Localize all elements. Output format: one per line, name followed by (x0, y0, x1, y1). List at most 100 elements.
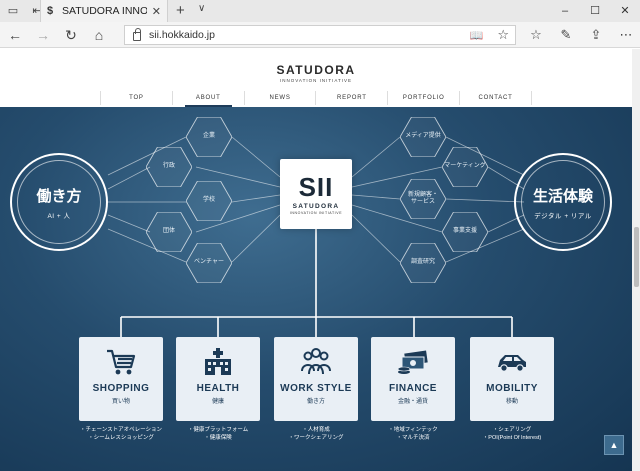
site-header: SATUDORA INNOVATION INITIATIVE TOP ABOUT… (0, 49, 632, 107)
card-description: ・健康プラットフォーム ・健康保険 (168, 426, 268, 443)
card-finance[interactable]: FINANCE 金融・通貨 (371, 337, 455, 421)
site-logo[interactable]: SATUDORA INNOVATION INITIATIVE (0, 63, 632, 83)
hex-label: 調査研究 (410, 259, 435, 266)
nav-report[interactable]: REPORT (316, 91, 389, 105)
back-arrow-icon[interactable]: ← (6, 26, 24, 44)
hero-diagram: 企業 行政 学校 団体 ベンチャー メディア提供 マーケティング 新規顧客・ サ… (0, 107, 632, 471)
favorite-star-icon[interactable]: ☆ (497, 27, 509, 43)
card-shopping[interactable]: SHOPPING 買い物 (79, 337, 163, 421)
logo-name: SATUDORA (292, 203, 340, 210)
hex-node: 事業支援 (442, 212, 488, 252)
nav-contact[interactable]: CONTACT (460, 91, 532, 105)
window-controls: – ☐ ✕ (550, 0, 640, 22)
nav-portfolio[interactable]: PORTFOLIO (388, 91, 461, 105)
nav-top[interactable]: TOP (101, 91, 173, 105)
new-tab-icon[interactable]: + (176, 2, 185, 19)
chevron-up-icon: ▲ (609, 440, 619, 450)
card-subtitle: 買い物 (111, 399, 130, 405)
close-tab-icon[interactable]: ✕ (152, 5, 161, 18)
card-subtitle: 健康 (211, 399, 224, 405)
lock-icon (133, 28, 141, 41)
logo-sub: INNOVATION INITIATIVE (289, 211, 343, 215)
tab-list-chevron-icon[interactable]: ∨ (198, 3, 205, 14)
reading-view-icon[interactable]: 📖 (470, 29, 484, 42)
hex-label: ベンチャー (194, 259, 224, 266)
hex-node: 企業 (186, 117, 232, 157)
card-health[interactable]: HEALTH 健康 (176, 337, 260, 421)
card-mobility[interactable]: MOBILITY 移動 (470, 337, 554, 421)
circle-subtitle: AI + 人 (47, 212, 71, 220)
hex-label: メディア提供 (405, 133, 441, 140)
page-scrollbar[interactable] (632, 49, 640, 471)
url-text[interactable]: sii.hokkaido.jp (149, 29, 462, 41)
card-desc-line: ・健康保険 (204, 435, 232, 442)
card-title: SHOPPING (92, 383, 150, 394)
web-note-pen-icon[interactable]: ✎ (558, 26, 574, 44)
favorites-hub-icon[interactable]: ☆ (528, 26, 544, 44)
card-desc-line: ・シェアリング (492, 427, 532, 433)
address-toolbar: ← → ↻ ⌂ sii.hokkaido.jp 📖 ☆ ☆ ✎ ⇪ ⋯ (0, 22, 640, 48)
hex-label: 企業 (202, 133, 215, 140)
hex-label: 新規顧客・ サービス (407, 191, 438, 206)
browser-tab[interactable]: $ SATUDORA INNOVATIO ✕ (40, 0, 168, 22)
tab-title: SATUDORA INNOVATIO (62, 5, 147, 17)
card-description: ・チェーンストアオペレーション ・シームレスショッピング (71, 426, 171, 443)
maximize-button[interactable]: ☐ (580, 0, 610, 22)
card-description: ・地域フィンテック ・マルチ決済 (363, 426, 463, 443)
minimize-button[interactable]: – (550, 0, 580, 22)
close-window-button[interactable]: ✕ (610, 0, 640, 22)
money-icon (397, 350, 428, 374)
share-icon[interactable]: ⇪ (588, 26, 604, 44)
logo-mark: SII (298, 172, 334, 202)
card-workstyle[interactable]: WORK STYLE 働き方 (274, 337, 358, 421)
hex-node: メディア提供 (400, 117, 446, 157)
card-desc-line: ・健康プラットフォーム (187, 427, 249, 433)
card-subtitle: 移動 (505, 399, 518, 405)
hex-label: マーケティング (444, 163, 486, 170)
hex-label: 学校 (202, 197, 215, 204)
card-desc-line: ・マルチ決済 (396, 435, 430, 442)
card-description: ・シェアリング ・POI(Point Of Interest) (462, 426, 562, 443)
nav-about[interactable]: ABOUT (173, 91, 245, 107)
hex-node: 学校 (186, 181, 232, 221)
hex-node: マーケティング (442, 147, 488, 187)
card-description: ・人材育成 ・ワークシェアリング (266, 426, 366, 443)
people-icon (301, 348, 331, 375)
address-bar[interactable]: sii.hokkaido.jp 📖 ☆ (124, 25, 516, 45)
hex-label: 事業支援 (452, 228, 477, 235)
tab-preview-icon[interactable]: ▭ (6, 4, 20, 18)
car-icon (498, 355, 526, 372)
hospital-icon (205, 348, 231, 375)
tab-actions: ▭ ⇤ (6, 4, 44, 18)
scrollbar-thumb[interactable] (634, 227, 639, 287)
card-title: MOBILITY (486, 383, 538, 394)
forward-arrow-icon[interactable]: → (34, 26, 52, 44)
lifestyle-circle: 生活体験 デジタル + リアル (514, 153, 612, 251)
browser-titlebar: ▭ ⇤ $ SATUDORA INNOVATIO ✕ + ∨ – ☐ ✕ (0, 0, 640, 22)
hex-node: 調査研究 (400, 243, 446, 283)
workstyle-circle: 働き方 AI + 人 (10, 153, 108, 251)
card-title: HEALTH (196, 383, 240, 394)
site-favicon-icon: $ (47, 5, 54, 17)
card-desc-line: ・POI(Point Of Interest) (482, 435, 542, 442)
card-desc-line: ・チェーンストアオペレーション (79, 427, 162, 433)
cart-icon (107, 349, 136, 375)
card-desc-line: ・シームレスショッピング (88, 435, 154, 442)
circle-title: 生活体験 (532, 187, 593, 205)
circle-title: 働き方 (36, 187, 82, 205)
browser-toolbar-right: ☆ ✎ ⇪ ⋯ (528, 26, 634, 44)
page-viewport: SATUDORA INNOVATION INITIATIVE TOP ABOUT… (0, 49, 640, 471)
hex-node: 新規顧客・ サービス (400, 179, 446, 219)
site-nav: TOP ABOUT NEWS REPORT PORTFOLIO CONTACT (100, 91, 532, 107)
nav-news[interactable]: NEWS (245, 91, 317, 105)
card-title: FINANCE (389, 383, 437, 394)
more-menu-icon[interactable]: ⋯ (618, 26, 634, 44)
card-desc-line: ・人材育成 (302, 427, 330, 433)
card-title: WORK STYLE (280, 383, 352, 394)
refresh-icon[interactable]: ↻ (62, 26, 80, 44)
card-subtitle: 働き方 (306, 399, 325, 405)
home-icon[interactable]: ⌂ (90, 26, 108, 44)
brand-name: SATUDORA (276, 63, 356, 77)
circle-subtitle: デジタル + リアル (534, 212, 592, 220)
back-to-top-button[interactable]: ▲ (604, 435, 624, 455)
